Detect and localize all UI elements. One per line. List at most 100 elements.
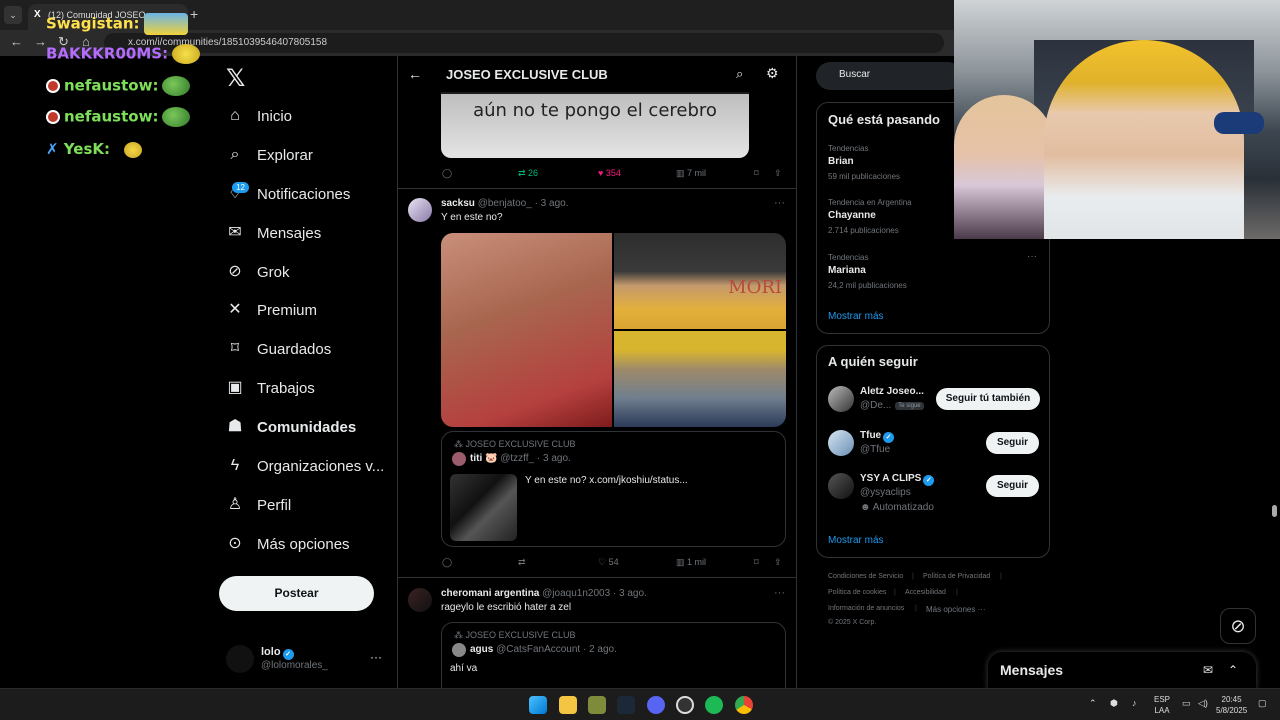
nav-item-más[interactable]: ⊙ Más opciones [226, 529, 349, 559]
account-avatar[interactable] [226, 645, 254, 673]
volume-icon[interactable]: ◁) [1198, 698, 1208, 709]
app-icon[interactable] [588, 696, 606, 714]
footer-link[interactable]: Política de cookies [828, 589, 886, 596]
scrollbar[interactable] [1272, 505, 1277, 517]
trend-name[interactable]: Brian [828, 156, 854, 167]
x-logo-icon[interactable]: 𝕏 [226, 64, 248, 92]
nav-item-inicio[interactable]: ⌂ Inicio [226, 101, 292, 131]
reply-icon[interactable]: ◯ [442, 557, 452, 568]
meme-image[interactable]: aún no te pongo el cerebro [441, 92, 749, 158]
trend-more-icon[interactable]: ··· [1027, 251, 1037, 262]
footer-link[interactable]: Política de Privacidad [923, 573, 990, 580]
account-name[interactable]: lolo ✓ [261, 646, 294, 660]
post-more-icon[interactable]: ··· [774, 587, 785, 599]
grok-icon[interactable]: ⊘ [1220, 608, 1256, 644]
spotify-icon[interactable] [705, 696, 723, 714]
trend-name[interactable]: Mariana [828, 265, 866, 276]
share-icon[interactable]: ⇪ [774, 168, 782, 179]
follow-button[interactable]: Seguir [986, 432, 1039, 454]
follow-name[interactable]: YSY A CLIPS ✓ [860, 473, 935, 486]
chrome-icon[interactable] [735, 696, 753, 714]
post-button[interactable]: Postear [219, 576, 374, 611]
like-button[interactable]: ♡ 54 [598, 557, 619, 568]
clock[interactable]: 20:45 5/8/2025 [1216, 694, 1247, 716]
follow-name[interactable]: Aletz Joseo... [860, 386, 924, 397]
footer-link[interactable]: Información de anuncios [828, 605, 904, 612]
footer-link[interactable]: Condiciones de Servicio [828, 573, 903, 580]
nav-item-perfil[interactable]: ♙ Perfil [226, 490, 291, 520]
retweet-icon[interactable]: ⇄ [518, 557, 526, 568]
post-image[interactable] [441, 233, 612, 427]
expand-icon[interactable]: ⌃ [1228, 663, 1238, 677]
bookmark-icon[interactable]: ⌑ [754, 557, 759, 568]
new-tab-button[interactable]: + [190, 6, 198, 22]
microphone-icon[interactable]: ♪ [1132, 698, 1137, 708]
nav-item-premium[interactable]: ✕ Premium [226, 295, 317, 325]
steam-icon[interactable] [617, 696, 635, 714]
quoted-post[interactable]: ⁂ JOSEO EXCLUSIVE CLUB agus @CatsFanAcco… [441, 622, 786, 688]
account-more-icon[interactable]: ··· [370, 650, 382, 664]
follow-avatar[interactable] [828, 473, 854, 499]
nav-item-explorar[interactable]: ⌕ Explorar [226, 140, 313, 170]
tab-list-button[interactable]: ⌄ [4, 6, 22, 24]
trend-name[interactable]: Chayanne [828, 210, 876, 221]
follow-avatar[interactable] [828, 386, 854, 412]
author-avatar[interactable] [408, 198, 432, 222]
search-placeholder: Buscar [839, 69, 871, 80]
share-icon[interactable]: ⇪ [774, 557, 782, 568]
shield-icon[interactable]: ⬢ [1110, 698, 1118, 709]
footer-link[interactable]: Accesibilidad [905, 589, 946, 596]
quote-thumbnail[interactable] [450, 474, 517, 541]
nav-item-comunidades[interactable]: ☗ Comunidades [226, 412, 356, 442]
retweet-button[interactable]: ⇄ 26 [518, 168, 538, 179]
follow-avatar[interactable] [828, 430, 854, 456]
search-input[interactable]: Buscar [816, 62, 962, 90]
author-avatar[interactable] [408, 588, 432, 612]
post-author[interactable]: sacksu @benjatoo_ · 3 ago. [441, 198, 569, 209]
lang-layout: LAA [1154, 706, 1170, 715]
messages-drawer[interactable]: Mensajes ✉ ⌃ [988, 652, 1256, 690]
notification-icon[interactable]: ▢ [1258, 698, 1267, 709]
network-icon[interactable]: ▭ [1182, 698, 1191, 709]
new-message-icon[interactable]: ✉ [1203, 663, 1213, 677]
search-icon[interactable]: ⌕ [736, 66, 743, 82]
post-more-icon[interactable]: ··· [774, 197, 785, 209]
follow-back-button[interactable]: Seguir tú también [936, 388, 1040, 410]
reply-icon[interactable]: ◯ [442, 168, 452, 179]
follow-name[interactable]: Tfue ✓ [860, 430, 895, 443]
app-icon[interactable] [676, 696, 694, 714]
address-bar[interactable]: x.com/i/communities/1851039546407805158 [104, 33, 944, 53]
post-image[interactable]: MORI [614, 233, 786, 329]
follow-button[interactable]: Seguir [986, 475, 1039, 497]
community-timeline[interactable]: ← JOSEO EXCLUSIVE CLUB ⌕ ⚙ aún no te pon… [397, 56, 797, 688]
discord-icon[interactable] [647, 696, 665, 714]
show-more-follow-link[interactable]: Mostrar más [828, 535, 884, 546]
like-button[interactable]: ♥ 354 [598, 168, 621, 178]
post-image-grid[interactable]: MORI [441, 233, 786, 427]
footer-more-link[interactable]: Más opciones ··· [926, 605, 986, 614]
time: 20:45 [1221, 695, 1242, 704]
gear-icon[interactable]: ⚙ [766, 65, 779, 82]
file-explorer-icon[interactable] [559, 696, 577, 714]
views-button[interactable]: ▥ 1 mil [676, 557, 706, 568]
bookmark-icon[interactable]: ⌑ [754, 168, 759, 179]
chat-user: Swagistan: [46, 14, 140, 33]
windows-start-icon[interactable] [529, 696, 547, 714]
views-button[interactable]: ▥ 7 mil [676, 168, 706, 179]
nav-item-label: Comunidades [257, 418, 357, 436]
nav-item-mensajes[interactable]: ✉ Mensajes [226, 218, 321, 248]
lang-code: ESP [1154, 695, 1171, 704]
quoted-post[interactable]: ⁂ JOSEO EXCLUSIVE CLUB titi 🐷 @tzzff_ · … [441, 431, 786, 547]
nav-item-trabajos[interactable]: ▣ Trabajos [226, 373, 314, 403]
nav-item-grok[interactable]: ⊘ Grok [226, 257, 289, 287]
quote-text: ahí va [450, 663, 478, 674]
nav-item-guardados[interactable]: ⌑ Guardados [226, 334, 331, 364]
back-arrow-icon[interactable]: ← [10, 34, 23, 49]
post-image[interactable] [614, 331, 786, 427]
back-arrow-icon[interactable]: ← [408, 66, 422, 82]
nav-item-organizaciones[interactable]: ϟ Organizaciones v... [226, 451, 385, 481]
post-author[interactable]: cheromani argentina @joaqu1n2003 · 3 ago… [441, 588, 647, 599]
show-more-trends-link[interactable]: Mostrar más [828, 311, 884, 322]
language-indicator[interactable]: ESP LAA [1154, 694, 1170, 716]
chevron-up-icon[interactable]: ⌃ [1089, 698, 1097, 709]
